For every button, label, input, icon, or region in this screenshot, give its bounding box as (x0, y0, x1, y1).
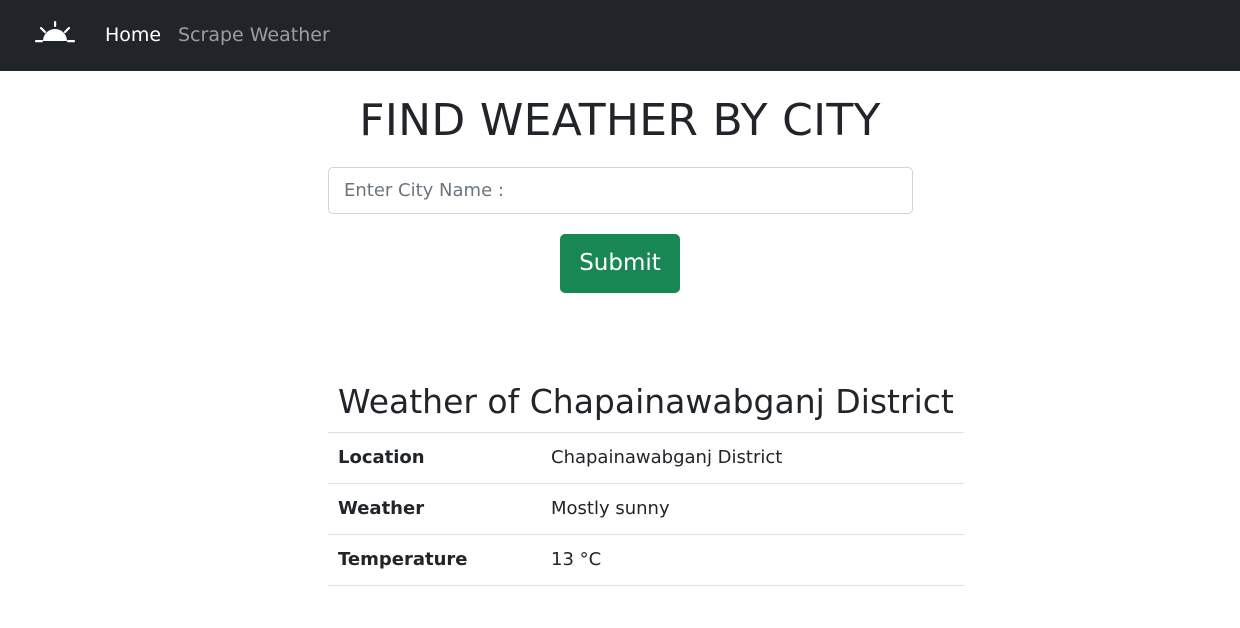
weather-table: Weather of Chapainawabganj District Loca… (328, 380, 964, 586)
nav-link-home[interactable]: Home (105, 23, 161, 47)
weather-heading: Weather of Chapainawabganj District (338, 382, 954, 421)
nav-link-scrape-weather[interactable]: Scrape Weather (178, 23, 330, 47)
table-row-weather: Weather Mostly sunny (328, 483, 964, 535)
sunrise-icon[interactable] (33, 20, 77, 46)
row-key-temperature: Temperature (328, 534, 541, 586)
row-key-location: Location (328, 432, 541, 484)
row-value-location: Chapainawabganj District (541, 432, 964, 484)
page-title: FIND WEATHER BY CITY (359, 95, 881, 146)
navbar: Home Scrape Weather (0, 0, 1240, 71)
row-key-weather: Weather (328, 483, 541, 535)
row-value-temperature: 13 °C (541, 534, 964, 586)
city-search-input[interactable] (328, 167, 913, 214)
submit-button[interactable]: Submit (560, 234, 680, 293)
table-row-temperature: Temperature 13 °C (328, 534, 964, 586)
table-row-location: Location Chapainawabganj District (328, 432, 964, 484)
row-value-weather: Mostly sunny (541, 483, 964, 535)
